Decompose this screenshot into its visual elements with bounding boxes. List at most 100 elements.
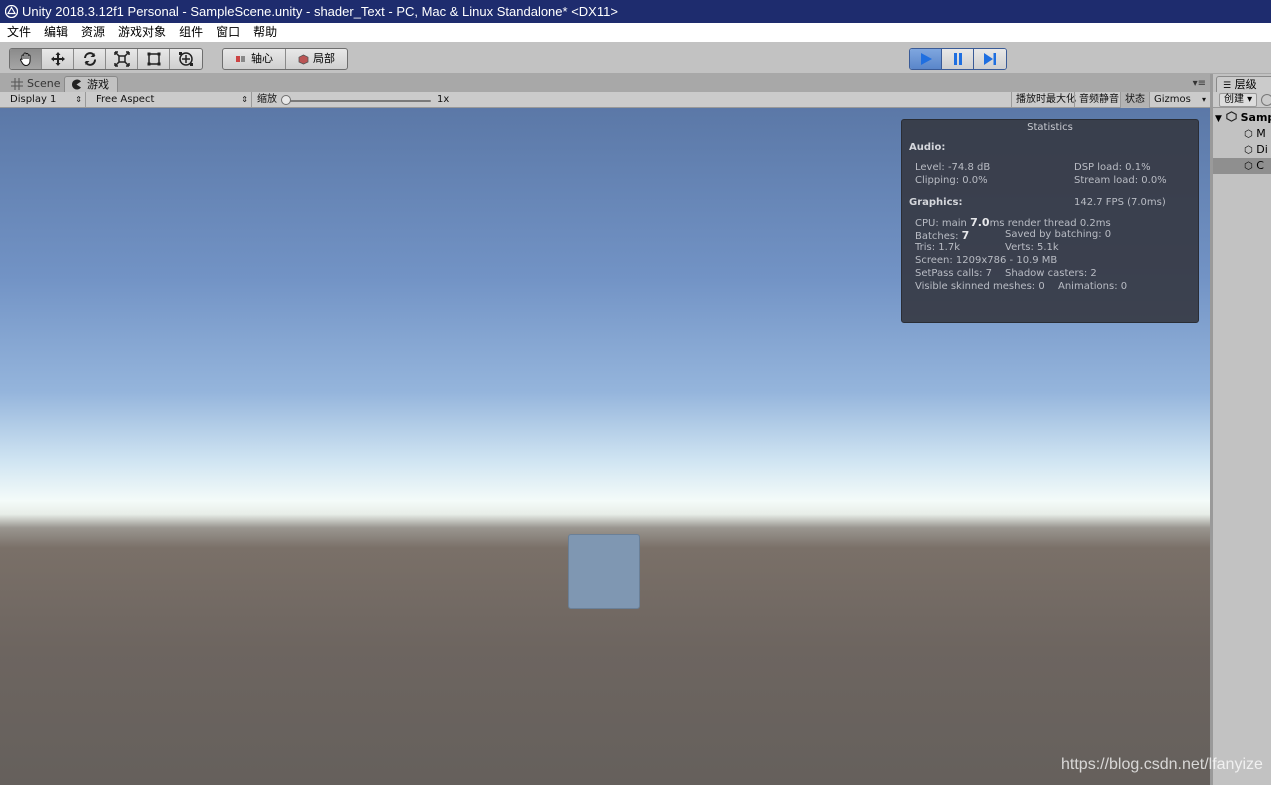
scale-icon (113, 51, 130, 67)
scale-label: 缩放 (257, 94, 277, 105)
menu-edit[interactable]: 编辑 (37, 23, 74, 42)
transform-tool-button[interactable] (170, 49, 202, 69)
cpu-main-value: 7.0 (970, 216, 990, 229)
setpass-calls: SetPass calls: 7 (915, 268, 993, 279)
game-viewport[interactable]: Statistics Audio: Level: -74.8 dB DSP lo… (0, 108, 1210, 785)
graphics-header: Graphics: (909, 197, 963, 208)
audio-level: Level: -74.8 dB (915, 162, 991, 173)
main-toolbar: 轴心 局部 (0, 42, 1271, 74)
updown-arrow-icon: ⇕ (75, 95, 82, 104)
rotate-tool-button[interactable] (74, 49, 106, 69)
hierarchy-toolbar: 创建 ▾ (1213, 92, 1271, 108)
menu-window[interactable]: 窗口 (209, 23, 246, 42)
move-icon (50, 52, 65, 66)
pause-button[interactable] (942, 49, 974, 69)
step-icon (984, 53, 996, 65)
gizmos-button[interactable]: Gizmos ▾ (1149, 92, 1210, 108)
audio-clipping: Clipping: 0.0% (915, 175, 988, 186)
pause-icon (953, 53, 962, 65)
batches-value: 7 (961, 229, 970, 242)
display-dropdown[interactable]: Display 1 ⇕ (4, 92, 86, 108)
hierarchy-item-label: Di (1256, 143, 1268, 156)
cpu-suffix: ms render thread 0.2ms (989, 218, 1111, 229)
hierarchy-item[interactable]: ⬡ Di (1213, 142, 1271, 158)
scale-slider-handle[interactable] (281, 95, 291, 105)
search-icon[interactable] (1261, 94, 1271, 106)
menu-gameobject[interactable]: 游戏对象 (111, 23, 172, 42)
statistics-title: Statistics (1027, 122, 1073, 133)
step-button[interactable] (974, 49, 1006, 69)
scale-value: 1x (437, 94, 450, 105)
unity-editor-window: Unity 2018.3.12f1 Personal - SampleScene… (0, 0, 1271, 785)
dropdown-arrow-icon: ▾ (1201, 95, 1206, 104)
create-label: 创建 (1224, 94, 1244, 105)
transform-icon (179, 52, 193, 66)
transform-tools (9, 48, 203, 70)
gameobject-cube-icon: ⬡ (1244, 129, 1253, 140)
verts-count: Verts: 5.1k (1005, 242, 1059, 253)
menu-component[interactable]: 组件 (172, 23, 209, 42)
hand-tool-button[interactable] (10, 49, 42, 69)
rotate-icon (83, 52, 96, 66)
hand-icon (19, 52, 30, 67)
tab-hierarchy-label: 层级 (1234, 78, 1257, 91)
tab-game-label: 游戏 (87, 78, 109, 91)
scale-tool-button[interactable] (106, 49, 138, 69)
pivot-icon (236, 56, 245, 62)
animations-count: Animations: 0 (1058, 281, 1128, 292)
hierarchy-list-icon: ☰ (1223, 81, 1232, 91)
play-icon (920, 53, 932, 65)
view-tab-bar: Scene 游戏 ▾≡ (0, 74, 1210, 92)
display-dropdown-value: Display 1 (10, 94, 57, 105)
hierarchy-item-label: C (1256, 159, 1264, 172)
play-controls (909, 48, 1007, 70)
updown-arrow-icon: ⇕ (241, 95, 248, 104)
rect-tool-button[interactable] (138, 49, 170, 69)
screen-info: Screen: 1209x786 - 10.9 MB (915, 255, 1058, 266)
shadow-casters: Shadow casters: 2 (1005, 268, 1097, 279)
pivot-toggle-group: 轴心 局部 (222, 48, 348, 70)
create-dropdown[interactable]: 创建 ▾ (1219, 93, 1258, 107)
scale-slider-track[interactable] (286, 100, 431, 102)
aspect-dropdown[interactable]: Free Aspect ⇕ (90, 92, 252, 108)
move-tool-button[interactable] (42, 49, 74, 69)
pivot-button[interactable]: 轴心 (223, 49, 286, 69)
gizmos-label: Gizmos (1154, 94, 1191, 105)
gameobject-cube-icon: ⬡ (1244, 145, 1253, 156)
tab-menu-icon[interactable]: ▾≡ (1193, 78, 1206, 89)
hierarchy-panel: ☰ 层级 创建 ▾ ▼ Samp ⬡ M ⬡ Di ⬡ C (1210, 74, 1271, 785)
expand-triangle-icon[interactable]: ▼ (1215, 114, 1222, 124)
hierarchy-item-label: M (1256, 127, 1266, 140)
tab-game[interactable]: 游戏 (64, 76, 118, 92)
pivot-label: 轴心 (251, 52, 273, 65)
hierarchy-item-selected[interactable]: ⬡ C (1213, 158, 1271, 174)
menu-bar: 文件 编辑 资源 游戏对象 组件 窗口 帮助 (0, 23, 1271, 42)
batches: Batches: 7 (915, 229, 969, 242)
unity-logo-icon (5, 5, 18, 18)
saved-by-batching: Saved by batching: 0 (1005, 229, 1112, 240)
maximize-on-play-button[interactable]: 播放时最大化 (1011, 92, 1080, 108)
tab-hierarchy[interactable]: ☰ 层级 (1216, 76, 1271, 92)
tab-scene[interactable]: Scene (5, 76, 69, 92)
local-cube-icon (298, 54, 309, 64)
stats-button[interactable]: 状态 (1120, 92, 1149, 108)
cube-object (568, 534, 640, 609)
scene-root-label: Samp (1240, 111, 1271, 124)
local-button[interactable]: 局部 (286, 49, 347, 69)
cpu-timing: CPU: main 7.0ms render thread 0.2ms (915, 216, 1111, 229)
play-button[interactable] (910, 49, 942, 69)
cpu-prefix: CPU: main (915, 218, 967, 229)
window-title: Unity 2018.3.12f1 Personal - SampleScene… (22, 4, 618, 19)
menu-help[interactable]: 帮助 (246, 23, 283, 42)
mute-audio-button[interactable]: 音频静音 (1074, 92, 1123, 108)
menu-assets[interactable]: 资源 (74, 23, 111, 42)
menu-file[interactable]: 文件 (0, 23, 37, 42)
aspect-dropdown-value: Free Aspect (96, 94, 155, 105)
dsp-load: DSP load: 0.1% (1074, 162, 1151, 173)
hierarchy-item[interactable]: ⬡ M (1213, 126, 1271, 142)
scene-root-row[interactable]: ▼ Samp (1213, 110, 1271, 126)
rect-icon (147, 52, 160, 66)
game-view-toolbar: Display 1 ⇕ Free Aspect ⇕ 缩放 1x 播放时最大化 音… (0, 92, 1210, 108)
local-label: 局部 (313, 52, 335, 65)
statistics-panel: Statistics Audio: Level: -74.8 dB DSP lo… (901, 119, 1199, 323)
